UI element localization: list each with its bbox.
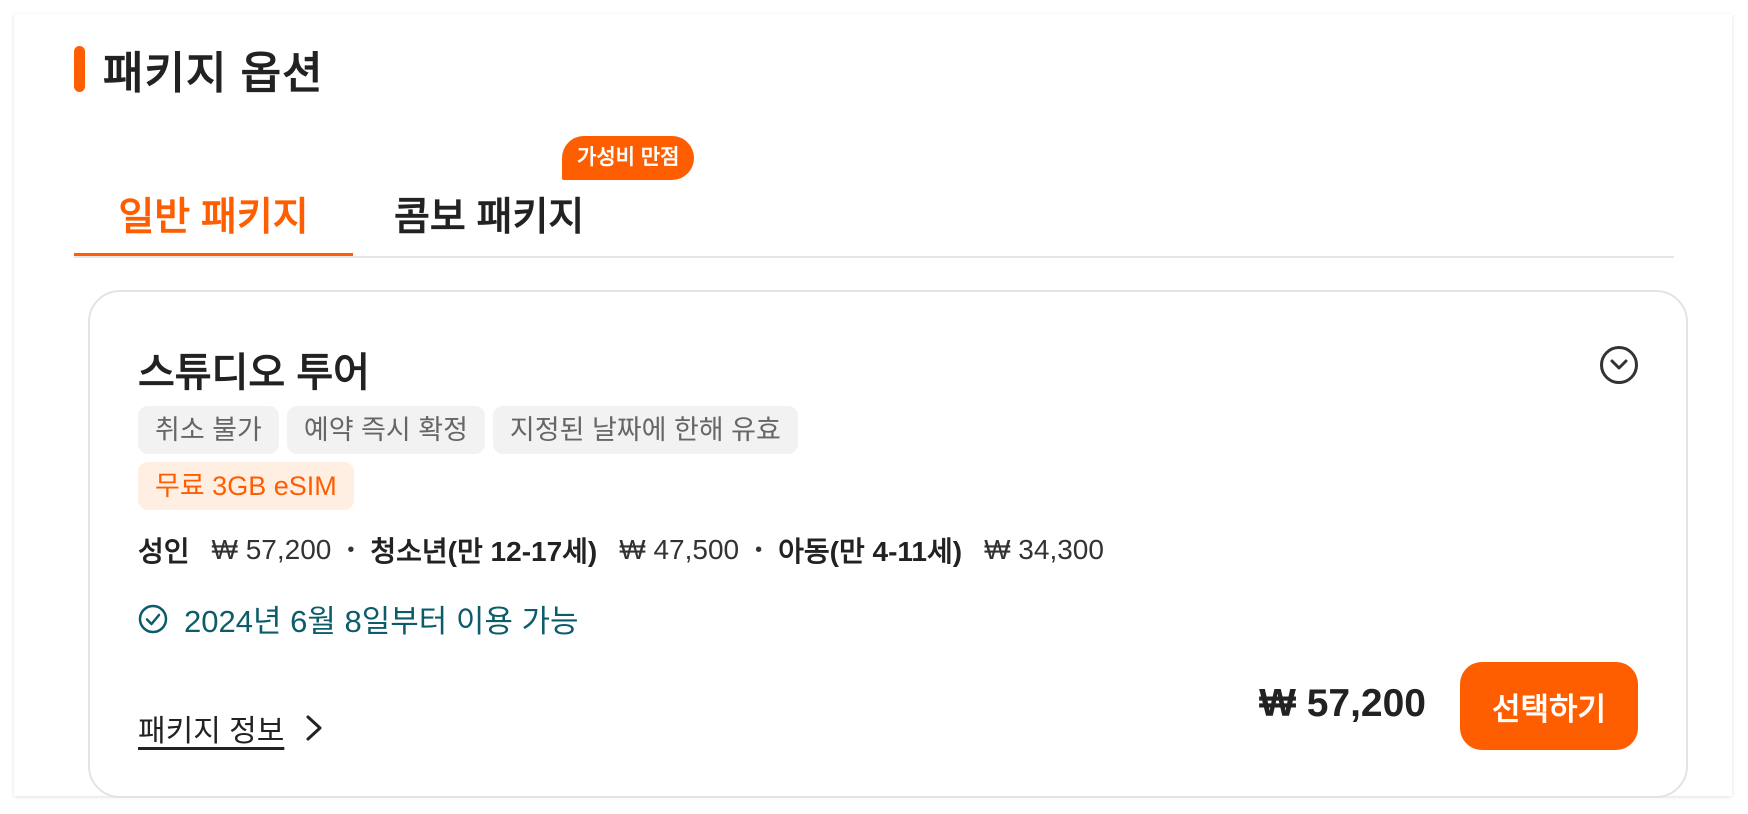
package-tabs: 일반 패키지 콤보 패키지 [74,134,1674,258]
total-price: ₩ 57,200 [1259,682,1426,725]
tag-instant-confirm: 예약 즉시 확정 [286,406,485,454]
combo-promo-badge: 가성비 만점 [562,136,695,180]
availability-notice: 2024년 6월 8일부터 이용 가능 [138,596,579,641]
separator-dot: • [347,538,355,561]
tab-combo-package[interactable]: 콤보 패키지 [394,174,644,258]
price-value-child: ₩ 34,300 [984,534,1104,565]
price-breakdown: 성인 ₩ 57,200 • 청소년(만 12-17세) ₩ 47,500 • 아… [138,530,1104,570]
section-header: 패키지 옵션 [74,44,324,98]
availability-text: 2024년 6월 8일부터 이용 가능 [184,604,579,639]
price-value-youth: ₩ 47,500 [619,534,740,565]
package-info-label: 패키지 정보 [138,715,285,748]
tabs-divider [74,256,1674,258]
tag-date-valid: 지정된 날짜에 한해 유효 [492,406,798,454]
price-label-youth: 청소년(만 12-17세) [370,536,598,567]
separator-dot: • [755,538,763,561]
tag-free-esim: 무료 3GB eSIM [138,462,354,510]
benefit-tags: 무료 3GB eSIM [138,462,354,510]
check-circle-icon [138,604,168,633]
package-card: 스튜디오 투어 취소 불가 예약 즉시 확정 지정된 날짜에 한해 유효 무료 … [88,290,1688,798]
accent-bar [74,46,85,92]
tab-combo-label: 콤보 패키지 [394,196,585,239]
policy-tags: 취소 불가 예약 즉시 확정 지정된 날짜에 한해 유효 [138,406,798,454]
package-title: 스튜디오 투어 [138,351,370,395]
price-label-adult: 성인 [138,536,190,567]
package-info-link[interactable]: 패키지 정보 [138,706,326,750]
package-options-panel: 패키지 옵션 일반 패키지 콤보 패키지 가성비 만점 스튜디오 투어 취소 불… [14,14,1732,798]
chevron-down-circle-icon[interactable] [1600,346,1638,384]
tag-no-cancel: 취소 불가 [138,406,279,454]
tab-general-label: 일반 패키지 [118,196,309,239]
section-title: 패키지 옵션 [103,49,324,98]
select-button[interactable]: 선택하기 [1460,662,1638,750]
chevron-right-icon [306,715,322,741]
tab-general-package[interactable]: 일반 패키지 [74,174,353,258]
price-label-child: 아동(만 4-11세) [778,536,963,567]
price-value-adult: ₩ 57,200 [211,534,332,565]
